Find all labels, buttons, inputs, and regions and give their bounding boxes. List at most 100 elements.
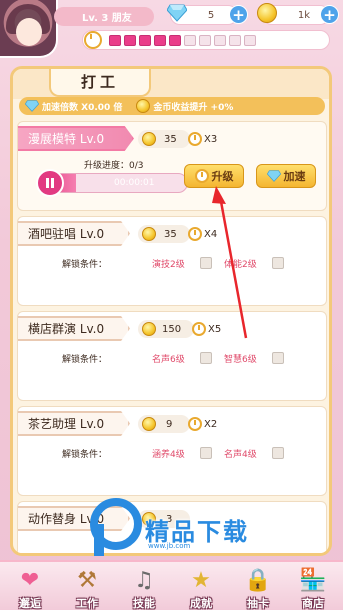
- upgrade-button[interactable]: 升级: [184, 164, 244, 188]
- player-avatar[interactable]: [0, 0, 58, 58]
- shop-icon: 🏪: [299, 567, 327, 593]
- job-title: 横店群演 Lv.0: [18, 316, 130, 341]
- coin-icon: [142, 322, 156, 336]
- condition-checkbox: [200, 447, 212, 459]
- energy-cell: [109, 34, 121, 46]
- hearts-icon: ❤: [20, 567, 40, 593]
- energy-bar: [82, 30, 330, 50]
- coin-value: 1k: [297, 9, 311, 21]
- condition-checkbox: [272, 447, 284, 459]
- hammer-icon: ⚒: [77, 567, 97, 593]
- coin-icon: [256, 2, 278, 24]
- condition-text: 演技2级: [152, 260, 185, 270]
- multiplier-value: X3: [204, 133, 218, 145]
- energy-cell: [184, 34, 196, 46]
- nav-label: 工作: [76, 597, 98, 610]
- job-title: 漫展模特 Lv.0: [18, 126, 134, 151]
- panel-title: 打工: [49, 69, 151, 97]
- nav-work[interactable]: ⚒ 工作: [57, 562, 117, 610]
- condition-checkbox: [272, 257, 284, 269]
- coin-reward-value: 9: [166, 418, 173, 430]
- top-bar: Lv. 3 朋友 5 + 1k +: [0, 0, 343, 58]
- coin-icon: [136, 99, 151, 113]
- multiplier-value: X5: [208, 323, 222, 335]
- upgrade-label: 升级: [211, 170, 234, 183]
- work-panel: 打工 加速倍数 X0.00 倍 金币收益提升 +0% 漫展模特 Lv.0 35 …: [10, 66, 332, 556]
- speedup-button[interactable]: 加速: [256, 164, 316, 188]
- nav-encounter[interactable]: ❤ 邂逅: [0, 562, 60, 610]
- unlock-label: 解锁条件：: [62, 450, 108, 460]
- job-time-multiplier: X4: [186, 225, 234, 243]
- job-card-model: 漫展模特 Lv.0 35 X3 升级进度：0/3 00:00:01 升级 加速: [17, 121, 327, 211]
- energy-cell: [139, 34, 151, 46]
- clock-icon: [188, 417, 202, 431]
- pause-button[interactable]: [36, 169, 64, 197]
- multiplier-value: X4: [204, 228, 218, 240]
- energy-cell: [169, 34, 181, 46]
- condition-text: 涵养4级: [152, 450, 185, 460]
- job-time-multiplier: X3: [186, 130, 234, 148]
- nav-skills[interactable]: ♫ 技能: [114, 562, 174, 610]
- job-time-multiplier: X2: [186, 415, 234, 433]
- level-badge: Lv. 3 朋友: [54, 7, 154, 26]
- condition-checkbox: [200, 352, 212, 364]
- nav-label: 邂逅: [19, 597, 41, 610]
- nav-label: 抽卡: [247, 597, 269, 610]
- job-coin-reward: 9: [138, 415, 190, 433]
- avatar-face: [16, 18, 42, 46]
- condition-checkbox: [272, 352, 284, 364]
- unlock-label: 解锁条件：: [62, 355, 108, 365]
- clock-icon: [188, 227, 202, 241]
- energy-cell: [244, 34, 256, 46]
- add-coin-button[interactable]: +: [320, 5, 339, 24]
- energy-cell: [214, 34, 226, 46]
- coin-icon: [142, 417, 156, 431]
- nav-gacha[interactable]: 🔒 抽卡: [228, 562, 288, 610]
- energy-cell: [229, 34, 241, 46]
- coin-reward-value: 150: [162, 323, 182, 335]
- coin-reward-value: 35: [164, 228, 177, 240]
- card-lock-icon: 🔒: [244, 567, 272, 593]
- job-card-bar-singer: 酒吧驻唱 Lv.0 35 X4 解锁条件： 演技2级 体能2级: [17, 216, 327, 306]
- stopwatch-icon: [84, 31, 102, 53]
- diamond-icon: [25, 100, 39, 112]
- progress-time: 00:00:01: [114, 178, 155, 188]
- nav-shop[interactable]: 🏪 商店: [283, 562, 343, 610]
- nav-achievements[interactable]: ★ 成就: [171, 562, 231, 610]
- upgrade-progress-label: 升级进度：0/3: [84, 161, 144, 171]
- condition-checkbox: [200, 257, 212, 269]
- job-title: 酒吧驻唱 Lv.0: [18, 221, 130, 246]
- unlock-conditions: 解锁条件： 演技2级 体能2级: [18, 257, 326, 273]
- job-coin-reward: 35: [138, 130, 190, 148]
- bottom-nav: ❤ 邂逅 ⚒ 工作 ♫ 技能 ★ 成就 🔒 抽卡 🏪 商店: [0, 560, 343, 610]
- unlock-conditions: 解锁条件： 名声6级 智慧6级: [18, 352, 326, 368]
- add-diamond-button[interactable]: +: [229, 5, 248, 24]
- coin-reward-value: 35: [164, 133, 177, 145]
- job-time-multiplier: X5: [190, 320, 238, 338]
- clock-icon: [194, 169, 209, 183]
- multiplier-value: X2: [204, 418, 218, 430]
- job-coin-reward: 150: [138, 320, 194, 338]
- speedup-label: 加速: [283, 170, 306, 183]
- nav-label: 技能: [133, 597, 155, 610]
- watermark: 精品下载 www.jb.com: [90, 498, 330, 560]
- unlock-label: 解锁条件：: [62, 260, 108, 270]
- condition-text: 名声6级: [152, 355, 185, 365]
- level-text: Lv. 3 朋友: [82, 13, 132, 24]
- diamond-value: 5: [207, 9, 215, 21]
- job-card-tea-assistant: 茶艺助理 Lv.0 9 X2 解锁条件： 涵养4级 名声4级: [17, 406, 327, 496]
- coin-icon: [142, 227, 156, 241]
- nav-label: 成就: [190, 597, 212, 610]
- energy-cell: [154, 34, 166, 46]
- energy-cell: [199, 34, 211, 46]
- job-card-extra: 横店群演 Lv.0 150 X5 解锁条件： 名声6级 智慧6级: [17, 311, 327, 401]
- unlock-conditions: 解锁条件： 涵养4级 名声4级: [18, 447, 326, 463]
- coin-bonus-label: 金币收益提升 +0%: [153, 102, 234, 113]
- watermark-url: www.jb.com: [148, 542, 191, 550]
- watermark-logo: [90, 498, 142, 556]
- condition-text: 体能2级: [224, 260, 257, 270]
- energy-cell: [124, 34, 136, 46]
- clock-icon: [192, 322, 206, 336]
- condition-text: 名声4级: [224, 450, 257, 460]
- diamond-icon: [266, 170, 281, 182]
